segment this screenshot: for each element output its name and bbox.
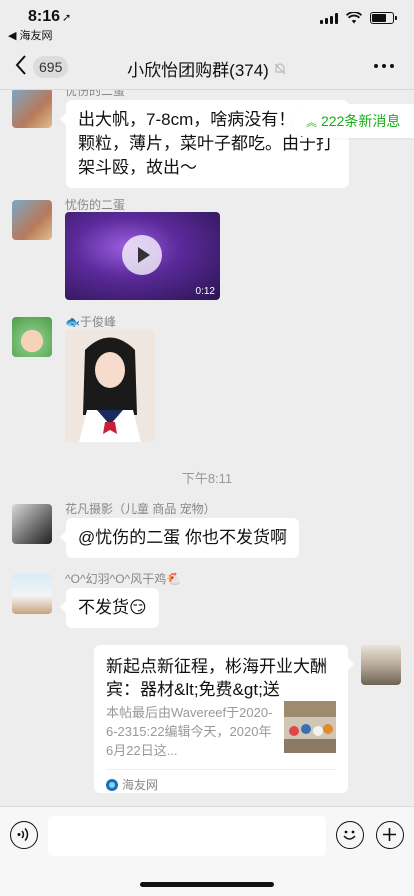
link-card-footer: 海友网 <box>106 769 336 793</box>
back-to-app-link[interactable]: ◀ 海友网 <box>8 27 53 43</box>
message-input[interactable] <box>48 816 326 856</box>
more-icon[interactable] <box>374 58 398 74</box>
site-logo-icon <box>106 778 118 791</box>
chat-title: 小欣怡团购群(374) <box>0 56 414 81</box>
avatar[interactable] <box>12 574 52 614</box>
avatar[interactable] <box>12 317 52 357</box>
video-message[interactable]: 0:12 <box>65 212 220 300</box>
sender-name: 忧伤的二蛋 <box>65 90 126 98</box>
link-card-source: 海友网 <box>122 778 159 792</box>
voice-icon[interactable] <box>10 821 38 849</box>
chat-title-text: 小欣怡团购群(374) <box>127 61 269 80</box>
sender-name: 花凡摄影（儿童 商品 宠物） <box>65 502 216 516</box>
new-messages-button[interactable]: ︽ 222条新消息 <box>292 104 414 138</box>
sender-name: 忧伤的二蛋 <box>65 198 126 212</box>
battery-icon <box>370 12 397 24</box>
chat-header: 695 小欣怡团购群(374) <box>0 44 414 90</box>
link-card[interactable]: 新起点新征程，彬海开业大酬宾：器材&lt;免费&gt;送 本帖最后由Wavere… <box>94 645 354 793</box>
status-bar: 8:16 ➚ ◀ 海友网 <box>0 0 414 44</box>
status-icons <box>320 12 397 24</box>
location-arrow-icon: ➚ <box>62 12 72 24</box>
video-duration: 0:12 <box>195 286 215 297</box>
my-avatar[interactable] <box>361 645 401 685</box>
plus-icon[interactable] <box>376 821 404 849</box>
photo-image <box>65 330 155 442</box>
new-messages-label: 222条新消息 <box>321 113 401 129</box>
time-separator: 下午8:11 <box>181 471 233 486</box>
avatar[interactable] <box>12 90 52 128</box>
mute-icon <box>274 62 286 74</box>
home-indicator <box>140 882 274 887</box>
signal-icon <box>320 12 338 24</box>
message-bubble[interactable]: @忧伤的二蛋 你也不发货啊 <box>60 518 299 558</box>
image-message[interactable] <box>65 330 155 442</box>
link-card-description: 本帖最后由Wavereef于2020-6-2315:22编辑今天，2020年6月… <box>106 705 273 758</box>
sender-name: 🐟于俊峰 <box>65 315 116 329</box>
link-card-thumbnail <box>284 701 336 753</box>
message-bubble[interactable]: 不发货😏 <box>60 588 159 628</box>
double-chevron-up-icon: ︽ <box>306 117 317 129</box>
message-list[interactable]: 忧伤的二蛋 出大帆，7-8cm，啥病没有！大小颗粒，薄片，菜叶子都吃。由于打架斗… <box>0 90 414 806</box>
wifi-icon <box>346 12 362 24</box>
play-icon[interactable] <box>122 235 162 275</box>
sender-name: ^O^幻羽^O^风干鸡🐔 <box>65 572 182 586</box>
status-time: 8:16 ➚ <box>28 8 72 25</box>
fish-icon: 🐟 <box>65 315 80 329</box>
avatar[interactable] <box>12 504 52 544</box>
link-card-title: 新起点新征程，彬海开业大酬宾：器材&lt;免费&gt;送 <box>106 657 327 699</box>
emoji-icon[interactable] <box>336 821 364 849</box>
avatar[interactable] <box>12 200 52 240</box>
